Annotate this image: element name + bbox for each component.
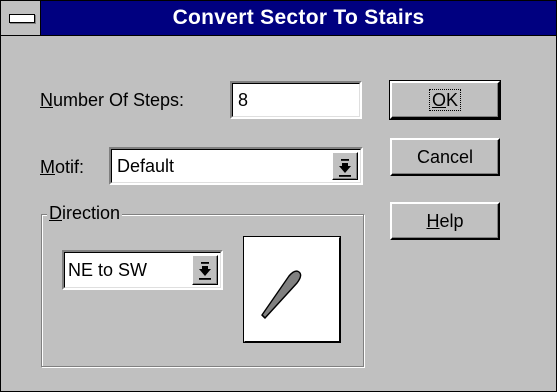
title-bar: Convert Sector To Stairs [1, 1, 556, 36]
dropdown-arrow-icon [199, 262, 211, 280]
motif-value: Default [117, 155, 175, 176]
stair-direction-arrow-icon [261, 270, 302, 320]
motif-label: Motif: [40, 157, 85, 177]
system-menu-icon [9, 14, 35, 23]
direction-group-label: Direction [47, 203, 123, 224]
steps-value: 8 [238, 89, 249, 110]
motif-dropdown-button[interactable] [332, 152, 358, 180]
steps-label: Number Of Steps: [40, 90, 185, 110]
convert-sector-dialog: Convert Sector To Stairs Number Of Steps… [0, 0, 557, 392]
direction-select[interactable]: NE to SW [62, 250, 223, 290]
system-menu-button[interactable] [1, 1, 41, 35]
cancel-button[interactable]: Cancel [390, 138, 500, 176]
motif-select[interactable]: Default [109, 147, 363, 185]
direction-dropdown-button[interactable] [192, 255, 218, 285]
steps-input[interactable]: 8 [230, 81, 362, 119]
help-button[interactable]: Help [390, 202, 500, 240]
ok-button[interactable]: OK [389, 80, 501, 120]
dialog-title: Convert Sector To Stairs [172, 6, 425, 29]
dropdown-arrow-icon [339, 159, 351, 177]
direction-preview [244, 237, 340, 342]
direction-value: NE to SW [68, 259, 148, 280]
